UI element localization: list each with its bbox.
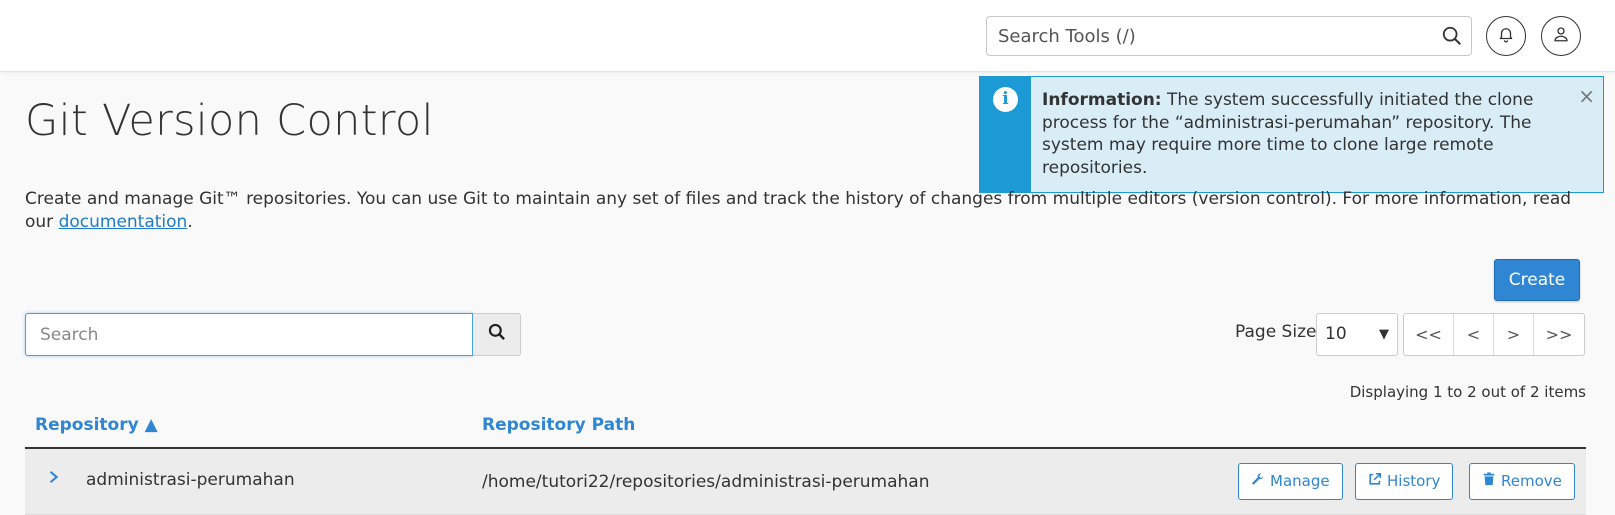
history-button[interactable]: History [1355, 463, 1454, 500]
page-title: Git Version Control [25, 96, 434, 146]
user-icon [1552, 25, 1570, 48]
tool-search-box[interactable] [986, 16, 1472, 56]
bell-icon [1497, 25, 1515, 48]
description-text: Create and manage Git™ repositories. You… [25, 189, 1572, 232]
next-page-button[interactable]: > [1494, 314, 1534, 355]
description-end: . [187, 211, 193, 232]
page-size-select[interactable]: 10 ▼ [1316, 313, 1398, 356]
column-header-path[interactable]: Repository Path [482, 415, 635, 435]
search-input[interactable] [25, 313, 473, 356]
history-label: History [1387, 472, 1441, 490]
info-notice: i Information: The system successfully i… [979, 76, 1604, 193]
notifications-button[interactable] [1486, 16, 1526, 56]
column-header-repository[interactable]: Repository ▲ [35, 415, 158, 435]
pagination: << < > >> [1403, 313, 1585, 356]
last-page-button[interactable]: >> [1534, 314, 1584, 355]
table-row: administrasi-perumahan /home/tutori22/re… [25, 449, 1586, 515]
search-button[interactable] [473, 313, 521, 356]
remove-label: Remove [1501, 472, 1562, 490]
notice-icon-bar: i [980, 77, 1031, 192]
top-bar [0, 0, 1615, 72]
notice-label: Information: [1042, 90, 1162, 110]
external-link-icon [1368, 464, 1382, 499]
page-size-value: 10 [1325, 324, 1347, 344]
items-count: Displaying 1 to 2 out of 2 items [1349, 383, 1586, 401]
wrench-icon [1251, 464, 1265, 499]
chevron-down-icon: ▼ [1379, 327, 1389, 342]
prev-page-button[interactable]: < [1454, 314, 1494, 355]
user-menu-button[interactable] [1541, 16, 1581, 56]
tool-search-input[interactable] [987, 17, 1427, 55]
page-description: Create and manage Git™ repositories. You… [25, 188, 1585, 233]
table-header: Repository ▲ Repository Path [25, 403, 1586, 449]
notice-message: Information: The system successfully ini… [1042, 89, 1537, 179]
repository-name: administrasi-perumahan [86, 470, 295, 490]
create-button[interactable]: Create [1494, 259, 1580, 301]
search-icon [487, 322, 507, 347]
trash-icon [1482, 464, 1496, 499]
manage-label: Manage [1270, 472, 1330, 490]
repository-path: /home/tutori22/repositories/administrasi… [482, 472, 930, 492]
close-icon[interactable]: × [1578, 86, 1595, 106]
documentation-link[interactable]: documentation [59, 212, 188, 232]
info-icon: i [993, 87, 1018, 112]
first-page-button[interactable]: << [1404, 314, 1454, 355]
page-size-label: Page Size [1235, 322, 1317, 342]
chevron-right-icon[interactable] [47, 467, 61, 492]
search-icon[interactable] [1441, 25, 1463, 47]
manage-button[interactable]: Manage [1238, 463, 1343, 500]
remove-button[interactable]: Remove [1469, 463, 1575, 500]
